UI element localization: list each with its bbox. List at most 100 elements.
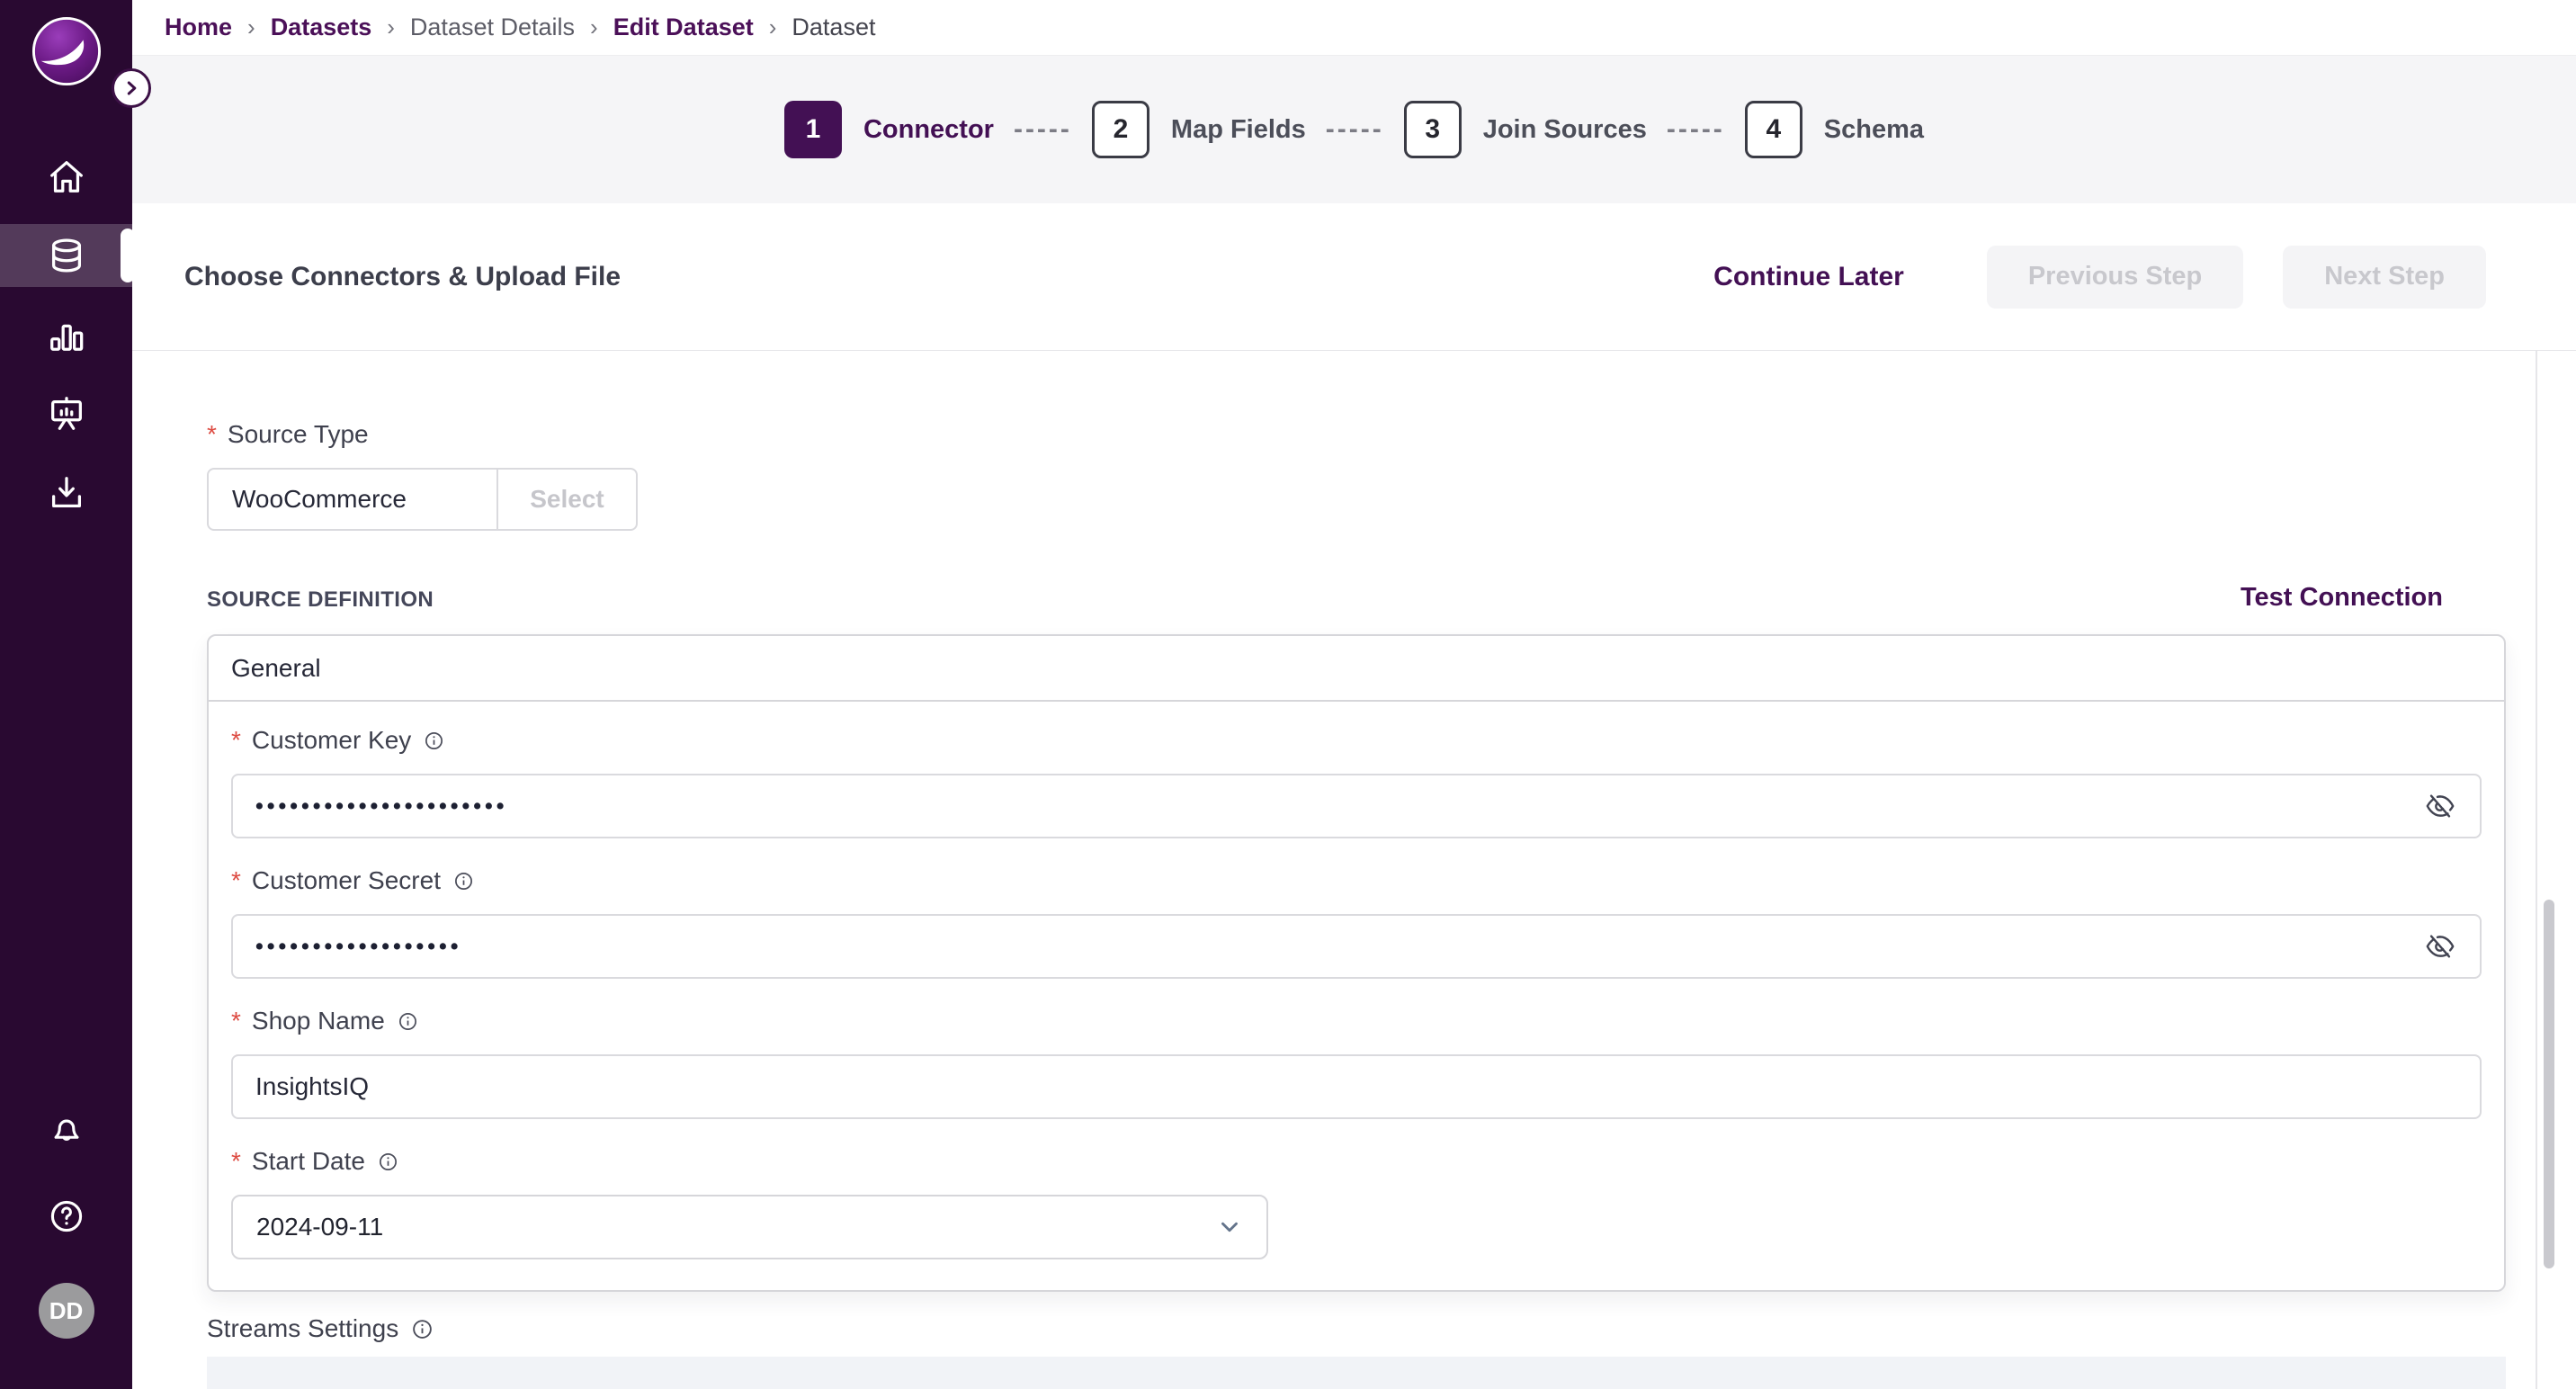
sidebar-active-indicator — [121, 229, 135, 282]
breadcrumb-separator: › — [590, 13, 598, 40]
info-icon[interactable] — [378, 1152, 398, 1172]
streams-table-header-strip — [207, 1357, 2506, 1389]
start-date-label-row: * Start Date — [231, 1146, 2482, 1177]
breadcrumb-edit-dataset[interactable]: Edit Dataset — [613, 13, 754, 41]
streams-settings-label: Streams Settings — [207, 1314, 399, 1342]
sidebar-item-home[interactable] — [0, 137, 132, 216]
sidebar-item-reports[interactable] — [0, 374, 132, 453]
header-actions: Continue Later Previous Step Next Step — [1713, 245, 2486, 309]
required-asterisk: * — [231, 1147, 241, 1175]
breadcrumb-separator: › — [387, 13, 395, 40]
step-label: Schema — [1823, 114, 1925, 144]
app-window: DD Home › Datasets › Dataset Details › E… — [0, 0, 2576, 1389]
source-type-label-row: * Source Type — [207, 419, 2506, 450]
breadcrumb-separator: › — [768, 13, 777, 40]
brand-logo-icon — [31, 16, 101, 86]
source-type-select-button[interactable]: Select — [496, 470, 636, 529]
previous-step-button[interactable]: Previous Step — [1986, 245, 2244, 309]
shop-name-label-row: * Shop Name — [231, 1006, 2482, 1036]
bar-chart-icon — [49, 324, 83, 351]
form-scroll-area: * Source Type WooCommerce Select SOURCE … — [132, 351, 2576, 1389]
step-connector-line: ----- — [1325, 114, 1384, 144]
start-date-value: 2024-09-11 — [256, 1213, 384, 1241]
breadcrumb-home[interactable]: Home — [165, 13, 232, 41]
shop-name-input[interactable]: InsightsIQ — [231, 1054, 2482, 1119]
source-type-input-group: WooCommerce Select — [207, 468, 638, 531]
stepper-band: 1 Connector ----- 2 Map Fields ----- 3 J… — [132, 56, 2576, 203]
step-label: Map Fields — [1170, 114, 1306, 144]
step-connector[interactable]: 1 Connector — [783, 101, 994, 158]
customer-key-input[interactable]: •••••••••••••••••••••• — [231, 774, 2482, 838]
source-definition-panel: General * Customer Key •••••••••••••••••… — [207, 634, 2506, 1292]
sidebar-item-analytics[interactable] — [0, 295, 132, 374]
page-title: Choose Connectors & Upload File — [184, 261, 622, 291]
step-number-badge: 1 — [783, 101, 842, 158]
group-title-general: General — [209, 636, 2504, 702]
source-definition-row: SOURCE DEFINITION Test Connection — [207, 583, 2506, 613]
info-icon[interactable] — [411, 1318, 434, 1340]
breadcrumb-dataset: Dataset — [792, 13, 876, 40]
test-connection-button[interactable]: Test Connection — [2241, 583, 2443, 613]
customer-secret-label-row: * Customer Secret — [231, 865, 2482, 896]
step-label: Connector — [863, 114, 994, 144]
customer-secret-masked-value: •••••••••••••••••• — [255, 934, 462, 959]
info-icon[interactable] — [398, 1011, 418, 1032]
required-asterisk: * — [231, 726, 241, 754]
help-button[interactable] — [47, 1196, 86, 1241]
toggle-visibility-button[interactable] — [2420, 927, 2460, 966]
step-map-fields[interactable]: 2 Map Fields — [1091, 101, 1306, 158]
download-icon — [51, 477, 81, 508]
shop-name-value: InsightsIQ — [255, 1072, 370, 1100]
notifications-button[interactable] — [47, 1110, 86, 1154]
sidebar-expand-button[interactable] — [112, 68, 151, 108]
step-connector-line: ----- — [1013, 114, 1072, 144]
customer-secret-input[interactable]: •••••••••••••••••• — [231, 914, 2482, 979]
start-date-label: Start Date — [251, 1147, 365, 1175]
step-label: Join Sources — [1482, 114, 1647, 144]
info-icon[interactable] — [453, 871, 474, 892]
sidebar-item-downloads[interactable] — [0, 453, 132, 533]
next-step-button[interactable]: Next Step — [2283, 245, 2486, 309]
sidebar-item-datasets[interactable] — [0, 216, 135, 295]
step-number-badge: 3 — [1403, 101, 1462, 158]
eye-off-icon — [2426, 935, 2455, 958]
breadcrumb-separator: › — [247, 13, 255, 40]
main-area: Home › Datasets › Dataset Details › Edit… — [132, 0, 2576, 1389]
customer-key-masked-value: •••••••••••••••••••••• — [255, 793, 508, 819]
sidebar-nav — [0, 137, 135, 533]
page-header: Choose Connectors & Upload File Continue… — [132, 203, 2576, 351]
content-right-divider — [2536, 351, 2537, 1389]
eye-off-icon — [2426, 794, 2455, 818]
required-asterisk: * — [231, 866, 241, 894]
connector-form: * Source Type WooCommerce Select SOURCE … — [132, 351, 2506, 1389]
source-type-input[interactable]: WooCommerce — [209, 470, 496, 529]
breadcrumb-dataset-details[interactable]: Dataset Details — [410, 13, 575, 41]
required-asterisk: * — [231, 1007, 241, 1035]
shop-name-label: Shop Name — [251, 1007, 385, 1035]
database-icon — [51, 238, 81, 273]
start-date-select[interactable]: 2024-09-11 — [231, 1195, 1268, 1259]
required-asterisk: * — [207, 420, 217, 448]
presentation-icon — [50, 397, 82, 430]
step-schema[interactable]: 4 Schema — [1744, 101, 1925, 158]
toggle-visibility-button[interactable] — [2420, 786, 2460, 826]
breadcrumb: Home › Datasets › Dataset Details › Edit… — [132, 0, 2576, 56]
continue-later-button[interactable]: Continue Later — [1713, 262, 1904, 292]
avatar[interactable]: DD — [38, 1283, 94, 1339]
step-connector-line: ----- — [1666, 114, 1725, 144]
chevron-down-icon — [1221, 1222, 1238, 1232]
info-icon[interactable] — [424, 730, 444, 751]
streams-settings-row: Streams Settings — [207, 1313, 2506, 1344]
breadcrumb-datasets[interactable]: Datasets — [271, 13, 372, 41]
brand-logo[interactable] — [0, 16, 132, 86]
sidebar-footer: DD — [0, 1110, 132, 1339]
home-icon — [49, 161, 83, 193]
help-icon — [50, 1200, 82, 1232]
vertical-scrollbar[interactable] — [2544, 900, 2554, 1268]
step-join-sources[interactable]: 3 Join Sources — [1403, 101, 1647, 158]
step-number-badge: 4 — [1744, 101, 1802, 158]
wizard-stepper: 1 Connector ----- 2 Map Fields ----- 3 J… — [783, 101, 1925, 158]
sidebar: DD — [0, 0, 151, 1389]
source-definition-title: SOURCE DEFINITION — [207, 587, 434, 612]
bell-icon — [54, 1119, 78, 1141]
